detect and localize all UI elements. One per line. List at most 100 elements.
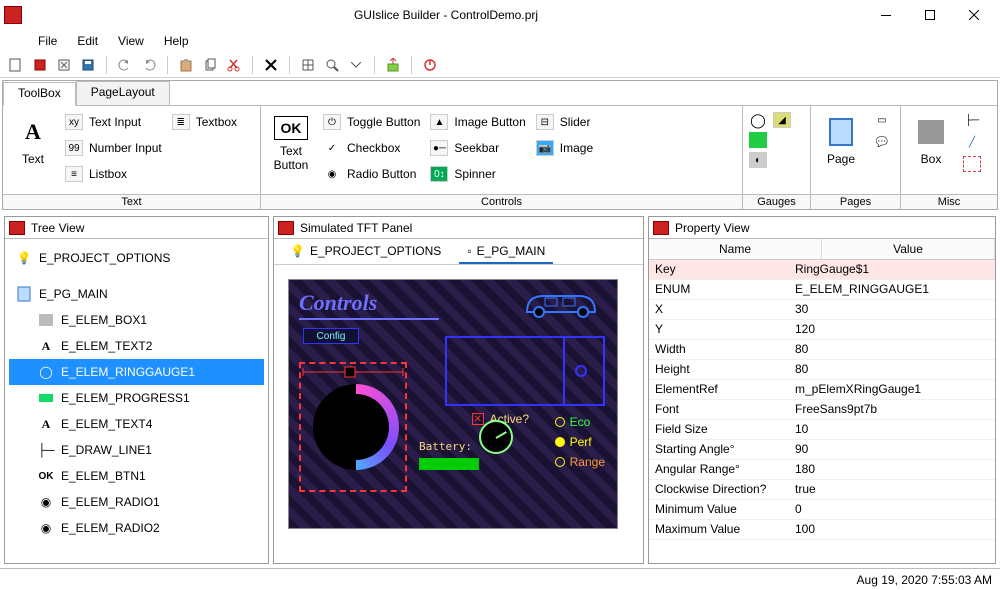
- ring-gauge-icon[interactable]: ◯: [749, 112, 767, 128]
- grid-icon[interactable]: [298, 55, 318, 75]
- property-value[interactable]: true: [789, 480, 995, 500]
- tool-seekbar[interactable]: ●─Seekbar: [430, 138, 525, 158]
- tree-item[interactable]: AE_ELEM_TEXT4: [9, 411, 264, 437]
- tool-spinner[interactable]: 0↕Spinner: [430, 164, 525, 184]
- tool-toggle[interactable]: ⏻Toggle Button: [323, 112, 420, 132]
- maximize-button[interactable]: [908, 1, 952, 29]
- tool-text[interactable]: A Text: [11, 112, 55, 166]
- property-value[interactable]: RingGauge$1: [789, 260, 995, 280]
- progress-icon[interactable]: [749, 132, 767, 148]
- property-row[interactable]: Starting Angle°90: [649, 440, 995, 460]
- menu-help[interactable]: Help: [154, 32, 199, 50]
- radio-range[interactable]: Range: [555, 455, 605, 469]
- tree-item[interactable]: OKE_ELEM_BTN1: [9, 463, 264, 489]
- minimize-button[interactable]: [864, 1, 908, 29]
- delete-icon[interactable]: [261, 55, 281, 75]
- ring-gauge[interactable]: [313, 384, 399, 470]
- property-value[interactable]: m_pElemXRingGauge1: [789, 380, 995, 400]
- tree-page-main[interactable]: E_PG_MAIN: [9, 281, 264, 307]
- tool-number-input[interactable]: 99Number Input: [65, 138, 162, 158]
- close-file-icon[interactable]: [54, 55, 74, 75]
- tool-page[interactable]: Page: [819, 112, 863, 166]
- tool-image[interactable]: 📷Image: [536, 138, 593, 158]
- property-row[interactable]: FontFreeSans9pt7b: [649, 400, 995, 420]
- property-row[interactable]: ENUME_ELEM_RINGGAUGE1: [649, 280, 995, 300]
- copy-icon[interactable]: [200, 55, 220, 75]
- active-checkbox[interactable]: ✕: [472, 413, 484, 425]
- paste-icon[interactable]: [176, 55, 196, 75]
- close-button[interactable]: [952, 1, 996, 29]
- property-row[interactable]: Angular Range°180: [649, 460, 995, 480]
- tool-slider[interactable]: ⊟Slider: [536, 112, 593, 132]
- property-value[interactable]: 100: [789, 520, 995, 540]
- property-row[interactable]: X30: [649, 300, 995, 320]
- menu-view[interactable]: View: [108, 32, 154, 50]
- tree-item[interactable]: ├─E_DRAW_LINE1: [9, 437, 264, 463]
- property-value[interactable]: 10: [789, 420, 995, 440]
- tool-box[interactable]: Box: [909, 112, 953, 166]
- ribbon-tab-pagelayout[interactable]: PageLayout: [76, 81, 170, 105]
- property-value[interactable]: 90: [789, 440, 995, 460]
- property-row[interactable]: Maximum Value100: [649, 520, 995, 540]
- slider-control[interactable]: [301, 364, 405, 380]
- tool-text-button[interactable]: OK Text Button: [269, 112, 313, 172]
- zoom-icon[interactable]: [322, 55, 342, 75]
- tool-radio[interactable]: ◉Radio Button: [323, 164, 420, 184]
- config-button[interactable]: Config: [303, 328, 359, 344]
- tool-image-button[interactable]: ▲Image Button: [430, 112, 525, 132]
- tool-textbox[interactable]: ≣Textbox: [172, 112, 237, 132]
- save-icon[interactable]: [78, 55, 98, 75]
- property-value[interactable]: 120: [789, 320, 995, 340]
- sim-canvas[interactable]: Controls Config ✕ Active? Battery: Eco P…: [288, 279, 618, 529]
- property-value[interactable]: 180: [789, 460, 995, 480]
- property-row[interactable]: Y120: [649, 320, 995, 340]
- popup-icon[interactable]: ▭: [873, 112, 891, 128]
- menu-file[interactable]: File: [28, 32, 67, 50]
- tool-listbox[interactable]: ≡Listbox: [65, 164, 162, 184]
- cut-icon[interactable]: [224, 55, 244, 75]
- ribbon-tab-toolbox[interactable]: ToolBox: [3, 82, 76, 106]
- tree-item[interactable]: ◉E_ELEM_RADIO2: [9, 515, 264, 541]
- property-value[interactable]: 0: [789, 500, 995, 520]
- tool-text-input[interactable]: xyText Input: [65, 112, 162, 132]
- property-row[interactable]: KeyRingGauge$1: [649, 260, 995, 280]
- property-row[interactable]: Field Size10: [649, 420, 995, 440]
- property-row[interactable]: Minimum Value0: [649, 500, 995, 520]
- property-row[interactable]: Height80: [649, 360, 995, 380]
- tree-item[interactable]: E_ELEM_PROGRESS1: [9, 385, 264, 411]
- property-value[interactable]: E_ELEM_RINGGAUGE1: [789, 280, 995, 300]
- line-d-icon[interactable]: ╱: [963, 134, 981, 150]
- property-value[interactable]: FreeSans9pt7b: [789, 400, 995, 420]
- tree-view[interactable]: 💡 E_PROJECT_OPTIONS E_PG_MAIN E_ELEM_BOX…: [5, 239, 268, 563]
- zoom-down-icon[interactable]: [346, 55, 366, 75]
- radial-gauge-icon[interactable]: ◐: [749, 152, 767, 168]
- tree-item[interactable]: AE_ELEM_TEXT2: [9, 333, 264, 359]
- property-value[interactable]: 30: [789, 300, 995, 320]
- tool-checkbox[interactable]: ✓Checkbox: [323, 138, 420, 158]
- property-value[interactable]: 80: [789, 340, 995, 360]
- line-h-icon[interactable]: ├─: [963, 112, 981, 128]
- property-value[interactable]: 80: [789, 360, 995, 380]
- menu-edit[interactable]: Edit: [67, 32, 108, 50]
- tree-item-selected[interactable]: ◯E_ELEM_RINGGAUGE1: [9, 359, 264, 385]
- radio-eco[interactable]: Eco: [555, 415, 605, 429]
- property-row[interactable]: Clockwise Direction?true: [649, 480, 995, 500]
- sim-tab-options[interactable]: 💡E_PROJECT_OPTIONS: [282, 240, 449, 264]
- export-icon[interactable]: [383, 55, 403, 75]
- radio-perf[interactable]: Perf: [555, 435, 605, 449]
- tree-item[interactable]: E_ELEM_BOX1: [9, 307, 264, 333]
- sim-tab-main[interactable]: ▫E_PG_MAIN: [459, 240, 553, 264]
- property-row[interactable]: Width80: [649, 340, 995, 360]
- property-table[interactable]: KeyRingGauge$1ENUME_ELEM_RINGGAUGE1X30Y1…: [649, 260, 995, 563]
- property-row[interactable]: ElementRefm_pElemXRingGauge1: [649, 380, 995, 400]
- redo-icon[interactable]: [139, 55, 159, 75]
- ramp-gauge-icon[interactable]: ◢: [773, 112, 791, 128]
- dialog-icon[interactable]: 💬: [873, 134, 891, 150]
- undo-icon[interactable]: [115, 55, 135, 75]
- tree-project-options[interactable]: 💡 E_PROJECT_OPTIONS: [9, 245, 264, 271]
- open-icon[interactable]: [30, 55, 50, 75]
- power-icon[interactable]: [420, 55, 440, 75]
- new-icon[interactable]: [6, 55, 26, 75]
- blank-gauge-icon[interactable]: [773, 132, 791, 148]
- tree-item[interactable]: ◉E_ELEM_RADIO1: [9, 489, 264, 515]
